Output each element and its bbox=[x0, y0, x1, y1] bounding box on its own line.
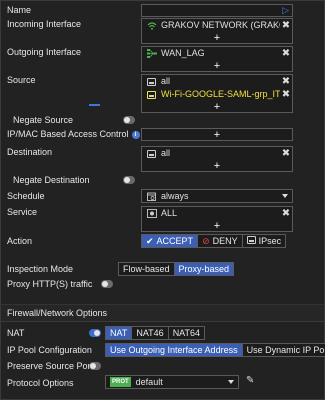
service-label: Service bbox=[7, 207, 38, 217]
incoming-interface-value: GRAKOV NETWORK (GRAKOV bbox=[161, 20, 280, 30]
add-incoming-button[interactable]: + bbox=[142, 32, 292, 44]
use-dynamic-ip-pool-button[interactable]: Use Dynamic IP Pool bbox=[242, 344, 325, 356]
preserve-source-port-toggle[interactable] bbox=[89, 362, 101, 370]
chevron-down-icon bbox=[228, 380, 234, 384]
action-deny-button[interactable]: ⊘ DENY bbox=[198, 235, 243, 247]
action-accept-button[interactable]: ✔ ACCEPT bbox=[142, 235, 199, 247]
prot-badge: PROT bbox=[110, 377, 131, 387]
schedule-value: always bbox=[161, 191, 189, 201]
remove-icon[interactable]: ✖ bbox=[280, 208, 292, 219]
outgoing-interface-item: WAN_LAG ✖ bbox=[142, 47, 292, 60]
user-group-icon bbox=[146, 90, 157, 100]
remove-icon[interactable]: ✖ bbox=[280, 76, 292, 87]
negate-destination-label: Negate Destination bbox=[13, 175, 90, 185]
nat-type-selector: NAT NAT46 NAT64 bbox=[105, 326, 206, 340]
remove-icon[interactable]: ✖ bbox=[280, 48, 292, 59]
edit-icon[interactable]: ✎ bbox=[246, 375, 254, 386]
deny-icon: ⊘ bbox=[202, 236, 210, 246]
add-destination-button[interactable]: + bbox=[142, 160, 292, 172]
flow-based-button[interactable]: Flow-based bbox=[119, 263, 175, 275]
negate-source-label: Negate Source bbox=[13, 115, 74, 125]
address-icon bbox=[146, 149, 157, 159]
service-item-text: ALL bbox=[161, 208, 178, 218]
action-deny-label: DENY bbox=[212, 236, 238, 246]
firewall-section-title: Firewall/Network Options bbox=[7, 308, 108, 318]
incoming-interface-item: GRAKOV NETWORK (GRAKOV ✖ bbox=[142, 19, 292, 32]
chevron-down-icon bbox=[282, 194, 288, 198]
inspection-mode-label: Inspection Mode bbox=[7, 264, 74, 274]
protocol-options-select[interactable]: PROT default bbox=[105, 375, 239, 389]
destination-field[interactable]: all ✖ + bbox=[141, 146, 293, 172]
schedule-select[interactable]: always bbox=[141, 189, 293, 203]
nat64-button[interactable]: NAT64 bbox=[168, 327, 205, 339]
resize-handle[interactable] bbox=[89, 104, 100, 106]
info-icon[interactable]: i bbox=[131, 130, 140, 139]
proxy-traffic-label-text: Proxy HTTP(S) traffic bbox=[7, 279, 93, 289]
source-item: Wi-Fi-GOOGLE-SAML-grp_IT-Sup ✖ bbox=[142, 88, 292, 101]
ip-pool-selector: Use Outgoing Interface Address Use Dynam… bbox=[105, 343, 325, 357]
add-outgoing-button[interactable]: + bbox=[142, 60, 292, 72]
service-icon bbox=[146, 209, 157, 219]
calendar-icon bbox=[146, 191, 157, 201]
policy-form: Name ▷ Incoming Interface GRAKOV NETWORK… bbox=[0, 0, 325, 400]
ipsec-icon bbox=[246, 235, 256, 247]
protocol-options-label: Protocol Options bbox=[7, 378, 74, 388]
wifi-icon bbox=[146, 21, 157, 31]
remove-icon[interactable]: ✖ bbox=[280, 148, 292, 159]
remove-icon[interactable]: ✖ bbox=[280, 20, 292, 31]
proxy-based-button[interactable]: Proxy-based bbox=[174, 263, 234, 275]
action-accept-label: ACCEPT bbox=[156, 236, 194, 246]
ipmac-label-text: IP/MAC Based Access Control bbox=[7, 129, 129, 139]
address-icon bbox=[146, 77, 157, 87]
ipmac-label: IP/MAC Based Access Control i bbox=[7, 129, 140, 140]
nat46-button[interactable]: NAT46 bbox=[132, 327, 169, 339]
destination-item-text: all bbox=[161, 148, 171, 158]
add-service-button[interactable]: + bbox=[142, 220, 292, 232]
outgoing-interface-value: WAN_LAG bbox=[161, 48, 205, 58]
source-field[interactable]: all ✖ Wi-Fi-GOOGLE-SAML-grp_IT-Sup ✖ + bbox=[141, 74, 293, 113]
protocol-options-value: default bbox=[135, 377, 163, 387]
outgoing-interface-field[interactable]: WAN_LAG ✖ + bbox=[141, 46, 293, 72]
schedule-label: Schedule bbox=[7, 191, 45, 201]
negate-source-toggle[interactable] bbox=[123, 116, 135, 124]
add-source-button[interactable]: + bbox=[142, 101, 292, 113]
nat-label: NAT bbox=[7, 328, 25, 338]
preserve-source-port-label: Preserve Source Port bbox=[7, 361, 94, 371]
proxy-traffic-label: Proxy HTTP(S) traffic bbox=[7, 279, 92, 290]
lag-icon bbox=[146, 49, 157, 59]
incoming-interface-field[interactable]: GRAKOV NETWORK (GRAKOV ✖ + bbox=[141, 18, 293, 44]
remove-icon[interactable]: ✖ bbox=[280, 89, 292, 100]
source-item-text: all bbox=[161, 76, 171, 86]
inspection-mode-selector: Flow-based Proxy-based bbox=[118, 262, 235, 276]
action-selector: ✔ ACCEPT ⊘ DENY IPsec bbox=[141, 234, 287, 248]
add-ipmac-button[interactable]: + bbox=[142, 129, 292, 141]
source-item: all ✖ bbox=[142, 75, 292, 88]
source-label: Source bbox=[7, 75, 36, 85]
proxy-traffic-toggle[interactable] bbox=[101, 280, 113, 288]
incoming-interface-label: Incoming Interface bbox=[7, 19, 82, 29]
use-outgoing-interface-button[interactable]: Use Outgoing Interface Address bbox=[106, 344, 243, 356]
cursor-icon: ▷ bbox=[282, 5, 289, 15]
action-label: Action bbox=[7, 236, 33, 246]
ipmac-field[interactable]: + bbox=[141, 128, 293, 141]
source-item-text: Wi-Fi-GOOGLE-SAML-grp_IT-Sup bbox=[161, 89, 280, 99]
negate-destination-toggle[interactable] bbox=[123, 176, 135, 184]
firewall-section-header: Firewall/Network Options bbox=[1, 305, 324, 322]
nat-button[interactable]: NAT bbox=[106, 327, 133, 339]
service-field[interactable]: ALL ✖ + bbox=[141, 206, 293, 232]
action-ipsec-label: IPsec bbox=[258, 236, 282, 246]
nat-toggle[interactable] bbox=[89, 329, 101, 337]
action-ipsec-button[interactable]: IPsec bbox=[242, 235, 286, 247]
ip-pool-label: IP Pool Configuration bbox=[7, 345, 92, 355]
name-label: Name bbox=[7, 5, 32, 15]
name-input[interactable]: ▷ bbox=[141, 4, 293, 17]
outgoing-interface-label: Outgoing Interface bbox=[7, 47, 82, 57]
check-icon: ✔ bbox=[146, 236, 154, 246]
destination-label: Destination bbox=[7, 147, 53, 157]
service-item: ALL ✖ bbox=[142, 207, 292, 220]
destination-item: all ✖ bbox=[142, 147, 292, 160]
